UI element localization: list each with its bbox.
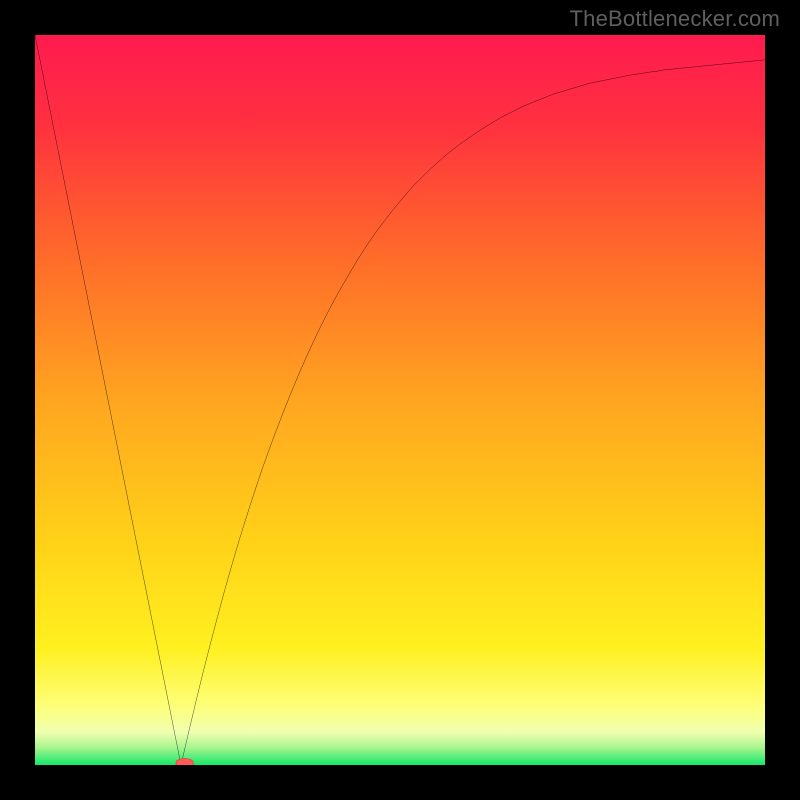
chart-frame: TheBottlenecker.com — [0, 0, 800, 800]
gradient-rect — [35, 35, 765, 765]
gradient-background — [35, 35, 765, 765]
plot-area — [35, 35, 765, 765]
watermark-text: TheBottlenecker.com — [570, 6, 780, 32]
optimal-point-marker — [176, 758, 194, 765]
